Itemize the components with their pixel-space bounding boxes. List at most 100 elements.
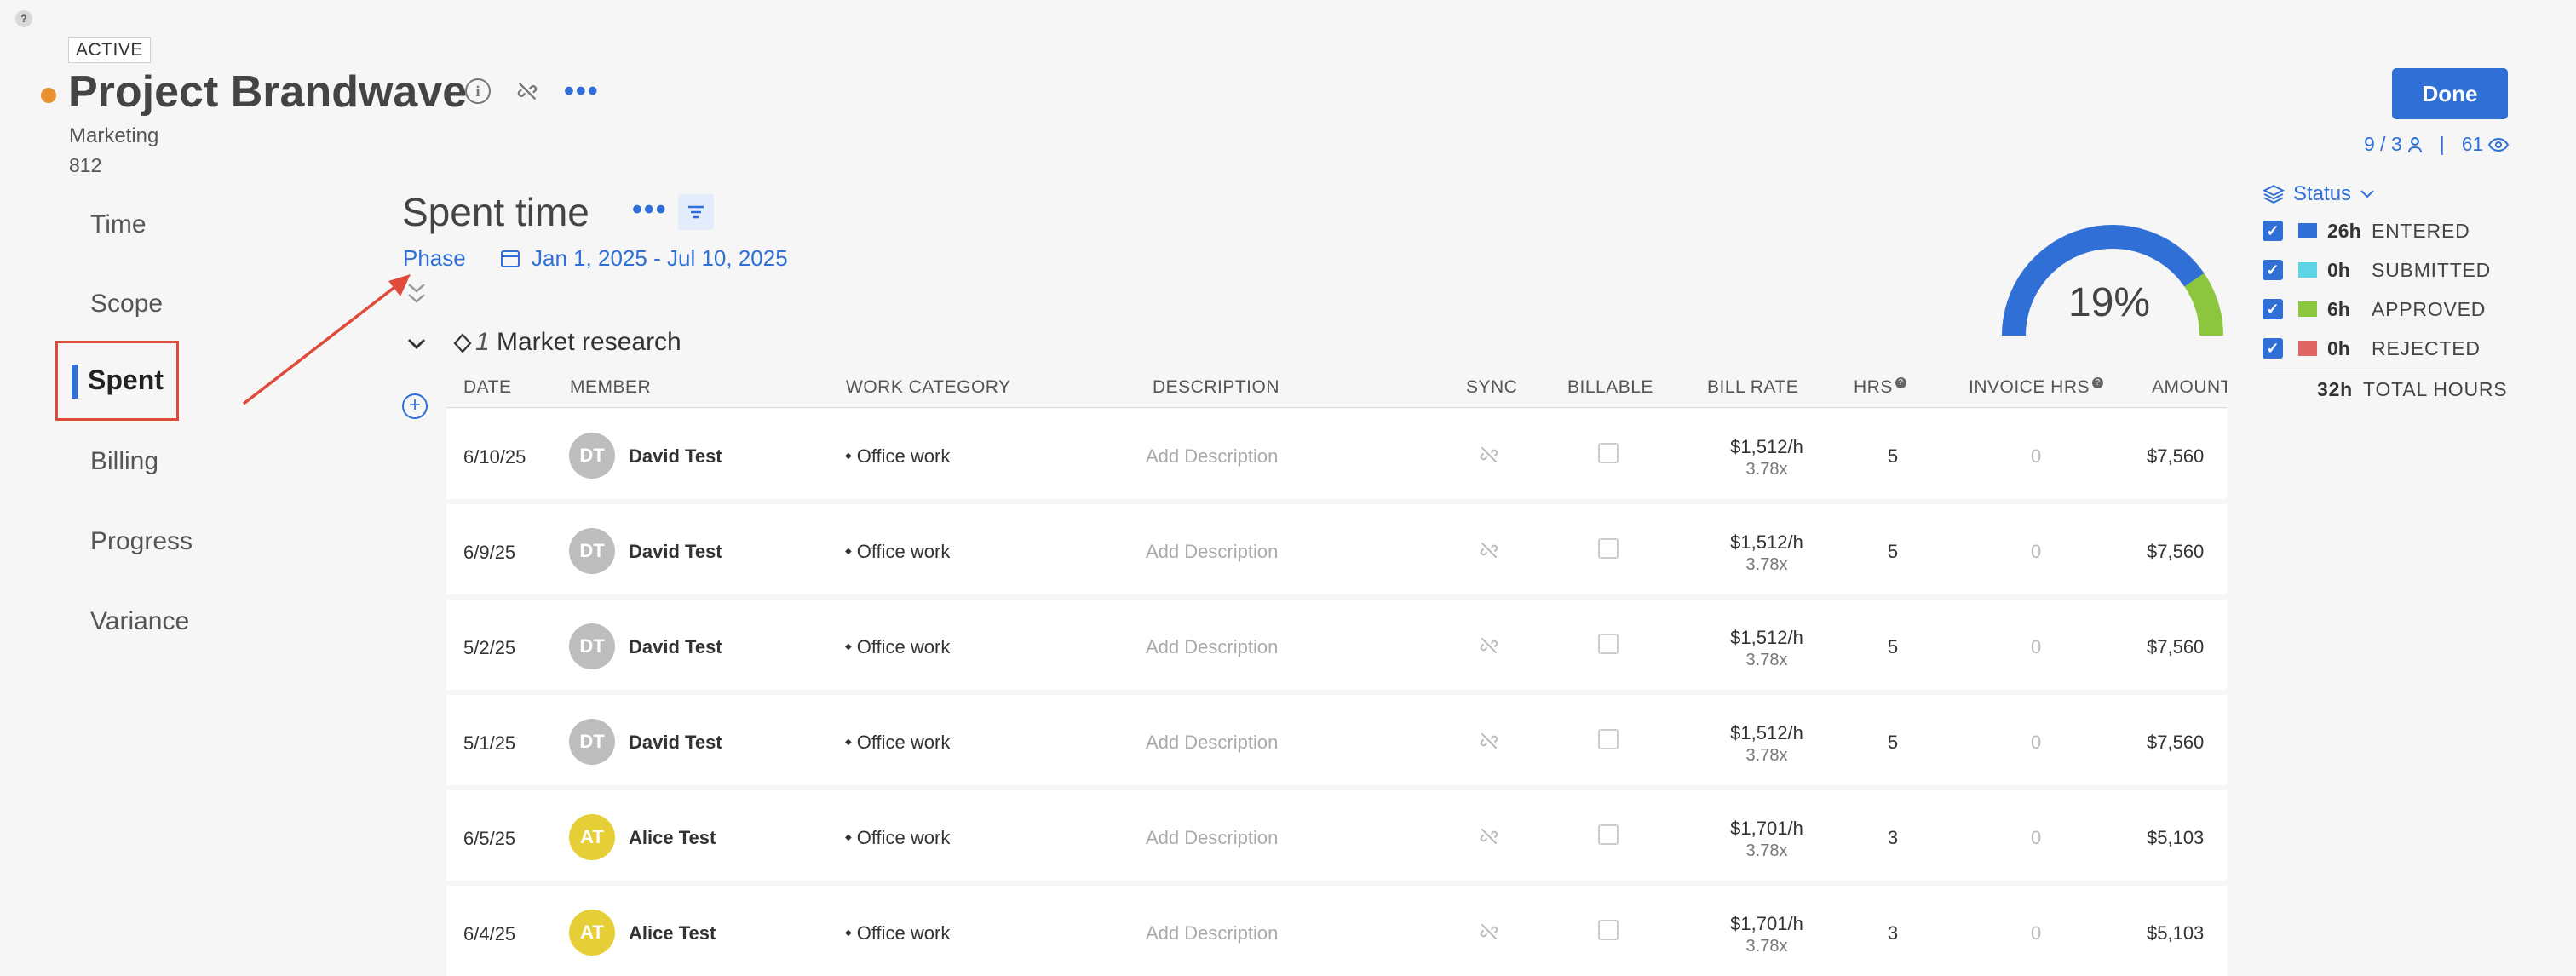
info-icon[interactable]: i (465, 78, 491, 104)
project-more-icon[interactable]: ••• (564, 77, 600, 106)
work-category[interactable]: Office work (845, 827, 951, 849)
avatar: DT (569, 623, 615, 669)
hours-value[interactable]: 3 (1876, 922, 1910, 944)
nav-item-variance[interactable]: Variance (90, 607, 189, 636)
table-row[interactable]: 5/1/25 DT David Test Office work Add Descrip… (446, 695, 2227, 785)
views-count: 61 (2461, 133, 2484, 155)
layers-icon (2263, 185, 2285, 204)
billable-checkbox[interactable] (1598, 824, 1619, 845)
nav-item-progress[interactable]: Progress (90, 527, 193, 556)
invoice-hours-value[interactable]: 0 (2031, 922, 2041, 944)
nav-item-scope[interactable]: Scope (90, 290, 163, 319)
hours-value[interactable]: 5 (1876, 445, 1910, 468)
table-row[interactable]: 6/10/25 DT David Test Office work Add Descri… (446, 409, 2227, 499)
billable-checkbox[interactable] (1598, 538, 1619, 559)
add-entry-icon[interactable]: + (402, 393, 428, 419)
status-checkbox[interactable]: ✓ (2263, 260, 2283, 280)
table-row[interactable]: 6/5/25 AT Alice Test Office work Add Descrip… (446, 790, 2227, 881)
done-button[interactable]: Done (2392, 68, 2508, 119)
status-checkbox[interactable]: ✓ (2263, 221, 2283, 241)
entry-date[interactable]: 6/10/25 (463, 446, 526, 468)
entry-date[interactable]: 6/5/25 (463, 828, 515, 850)
status-checkbox[interactable]: ✓ (2263, 338, 2283, 359)
sync-link-icon[interactable] (1479, 445, 1499, 465)
invoice-hours-value[interactable]: 0 (2031, 827, 2041, 849)
bill-rate-value: $1,512/h (1730, 627, 1803, 648)
bill-rate: $1,512/h 3.78x (1707, 531, 1826, 575)
phase-name[interactable]: Market research (497, 328, 681, 357)
invoice-hours-value[interactable]: 0 (2031, 541, 2041, 563)
hours-value[interactable]: 5 (1876, 636, 1910, 658)
hours-value[interactable]: 3 (1876, 827, 1910, 849)
calendar-icon (501, 250, 520, 267)
work-category[interactable]: Office work (845, 922, 951, 944)
status-legend-item[interactable]: ✓ 6h APPROVED (2263, 295, 2486, 324)
invoice-hours-value[interactable]: 0 (2031, 445, 2041, 468)
chevron-down-icon[interactable] (405, 336, 428, 353)
status-legend-item[interactable]: ✓ 26h ENTERED (2263, 216, 2470, 245)
filter-button[interactable] (678, 194, 714, 230)
sync-link-icon[interactable] (1479, 635, 1499, 656)
sync-link-icon[interactable] (1479, 731, 1499, 751)
date-range-picker[interactable]: Jan 1, 2025 - Jul 10, 2025 (501, 245, 788, 272)
unlink-icon[interactable] (516, 80, 538, 102)
sync-link-icon[interactable] (1479, 921, 1499, 942)
member-name[interactable]: Alice Test (629, 827, 716, 849)
table-row[interactable]: 6/9/25 DT David Test Office work Add Descrip… (446, 504, 2227, 594)
group-by-phase-link[interactable]: Phase (403, 245, 466, 272)
sync-link-icon[interactable] (1479, 540, 1499, 560)
hours-value[interactable]: 5 (1876, 732, 1910, 754)
status-legend-toggle[interactable]: Status (2263, 182, 2375, 206)
billable-checkbox[interactable] (1598, 729, 1619, 749)
help-icon[interactable]: ? (1895, 377, 1906, 388)
member-name[interactable]: David Test (629, 541, 722, 563)
invoice-hours-value[interactable]: 0 (2031, 636, 2041, 658)
status-label: SUBMITTED (2372, 258, 2492, 281)
bill-rate: $1,512/h 3.78x (1707, 722, 1826, 766)
work-category[interactable]: Office work (845, 732, 951, 754)
work-category[interactable]: Office work (845, 636, 951, 658)
work-category[interactable]: Office work (845, 445, 951, 468)
status-legend-item[interactable]: ✓ 0h SUBMITTED (2263, 255, 2491, 284)
member-name[interactable]: David Test (629, 445, 722, 468)
description-input[interactable]: Add Description (1146, 541, 1278, 563)
invoice-hours-value[interactable]: 0 (2031, 732, 2041, 754)
bill-rate-multiplier: 3.78x (1745, 460, 1788, 479)
bill-rate: $1,512/h 3.78x (1707, 627, 1826, 670)
help-icon[interactable]: ? (2092, 377, 2104, 388)
description-input[interactable]: Add Description (1146, 636, 1278, 658)
nav-item-time[interactable]: Time (90, 210, 147, 239)
spent-time-title: Spent time (402, 190, 589, 234)
entry-date[interactable]: 6/9/25 (463, 542, 515, 564)
description-input[interactable]: Add Description (1146, 922, 1278, 944)
table-row[interactable]: 5/2/25 DT David Test Office work Add Descrip… (446, 600, 2227, 690)
nav-item-spent[interactable]: Spent (88, 365, 164, 396)
description-input[interactable]: Add Description (1146, 827, 1278, 849)
description-input[interactable]: Add Description (1146, 732, 1278, 754)
entry-date[interactable]: 5/1/25 (463, 732, 515, 755)
member-name[interactable]: Alice Test (629, 922, 716, 944)
billable-checkbox[interactable] (1598, 443, 1619, 463)
billable-checkbox[interactable] (1598, 920, 1619, 940)
member-name[interactable]: David Test (629, 636, 722, 658)
status-checkbox[interactable]: ✓ (2263, 299, 2283, 319)
help-badge[interactable]: ? (15, 10, 32, 27)
hours-value[interactable]: 5 (1876, 541, 1910, 563)
work-category[interactable]: Office work (845, 541, 951, 563)
spent-more-icon[interactable]: ••• (632, 195, 668, 224)
bill-rate-multiplier: 3.78x (1745, 937, 1788, 956)
billable-checkbox[interactable] (1598, 634, 1619, 654)
description-input[interactable]: Add Description (1146, 445, 1278, 468)
time-entries-table: 6/10/25 DT David Test Office work Add Descri… (446, 409, 2227, 976)
status-legend-item[interactable]: ✓ 0h REJECTED (2263, 334, 2481, 363)
table-row[interactable]: 6/4/25 AT Alice Test Office work Add Descrip… (446, 886, 2227, 976)
bill-rate-multiplier: 3.78x (1745, 841, 1788, 860)
sync-link-icon[interactable] (1479, 826, 1499, 847)
collapse-all-icon[interactable] (405, 279, 428, 308)
nav-item-billing[interactable]: Billing (90, 447, 158, 476)
status-color-swatch (2298, 301, 2317, 317)
entry-date[interactable]: 6/4/25 (463, 923, 515, 945)
member-name[interactable]: David Test (629, 732, 722, 754)
amount-value: $5,103 (2147, 922, 2205, 944)
entry-date[interactable]: 5/2/25 (463, 637, 515, 659)
